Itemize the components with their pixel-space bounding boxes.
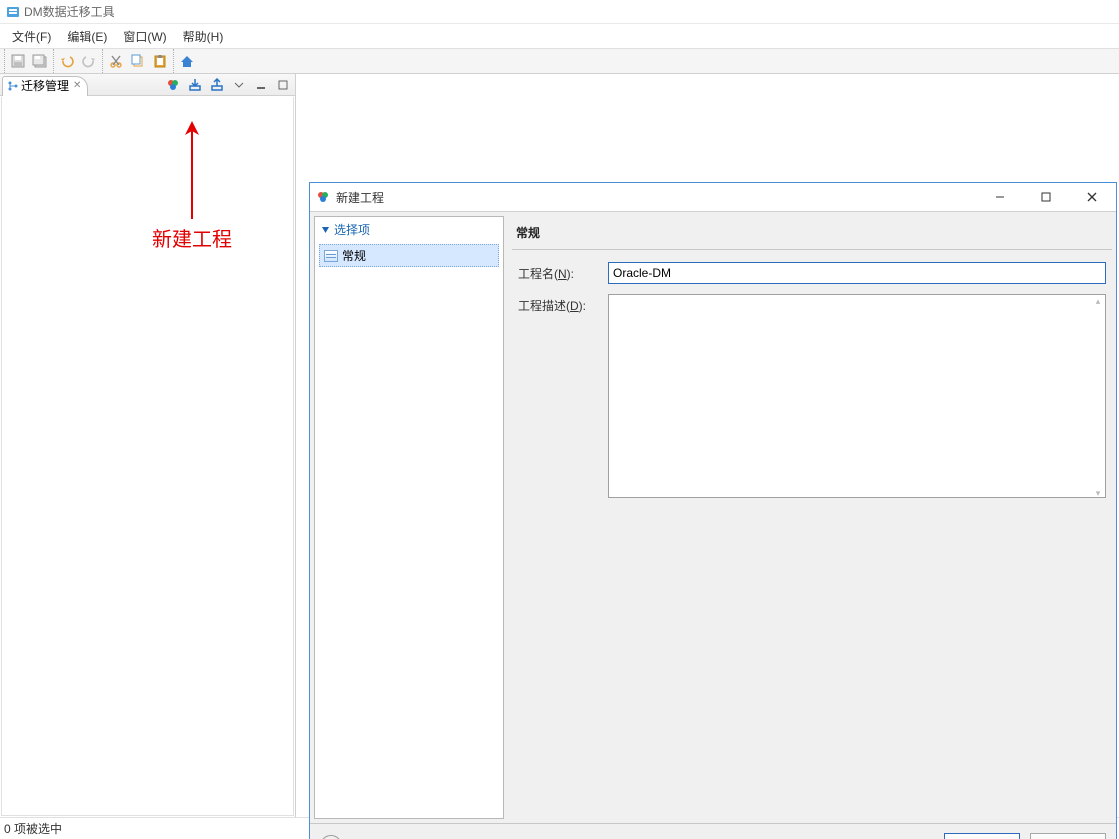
- project-desc-label: 工程描述(D):: [518, 294, 598, 501]
- dialog-minimize-button[interactable]: [986, 187, 1014, 207]
- copy-button[interactable]: [127, 50, 149, 72]
- menu-edit[interactable]: 编辑(E): [59, 26, 115, 47]
- dialog-body: 选择项 常规 常规 工程名(N): 工程描述(D): ▴▾: [310, 211, 1116, 823]
- maximize-panel-button[interactable]: [275, 77, 291, 93]
- project-name-input[interactable]: [608, 262, 1106, 284]
- new-project-button[interactable]: [165, 77, 181, 93]
- tree-icon: [7, 80, 19, 92]
- panel-tab-row: 迁移管理 ✕: [0, 74, 295, 96]
- import-button[interactable]: [187, 77, 203, 93]
- dialog-section-title: 常规: [512, 216, 1112, 249]
- save-all-button[interactable]: [29, 50, 51, 72]
- menu-file[interactable]: 文件(F): [4, 26, 59, 47]
- app-title: DM数据迁移工具: [24, 3, 115, 20]
- main-area: 迁移管理 ✕ 新建工程: [0, 74, 1119, 817]
- help-button[interactable]: ?: [320, 835, 342, 839]
- toolbar: [0, 48, 1119, 74]
- minimize-panel-button[interactable]: [253, 77, 269, 93]
- dialog-nav: 选择项 常规: [314, 216, 504, 819]
- save-button[interactable]: [7, 50, 29, 72]
- dialog-title-bar[interactable]: 新建工程: [310, 183, 1116, 211]
- form-icon: [324, 250, 338, 262]
- redo-button[interactable]: [78, 50, 100, 72]
- dialog-content: 常规 工程名(N): 工程描述(D): ▴▾: [504, 212, 1116, 823]
- view-menu-button[interactable]: [231, 77, 247, 93]
- menu-window[interactable]: 窗口(W): [115, 26, 174, 47]
- paste-button[interactable]: [149, 50, 171, 72]
- arrow-icon: [180, 121, 204, 221]
- new-project-dialog: 新建工程 选择项 常规 常规 工程名(N):: [309, 182, 1117, 839]
- panel-tab-label: 迁移管理: [21, 77, 69, 94]
- home-button[interactable]: [176, 50, 198, 72]
- status-text: 0 项被选中: [4, 820, 62, 837]
- annotation-text: 新建工程: [152, 223, 232, 252]
- title-bar: DM数据迁移工具: [0, 0, 1119, 24]
- export-button[interactable]: [209, 77, 225, 93]
- close-icon[interactable]: ✕: [73, 80, 81, 91]
- dialog-nav-item-general[interactable]: 常规: [319, 244, 499, 267]
- menu-bar: 文件(F) 编辑(E) 窗口(W) 帮助(H): [0, 24, 1119, 48]
- left-panel: 迁移管理 ✕ 新建工程: [0, 74, 296, 817]
- project-desc-input[interactable]: [608, 294, 1106, 498]
- dialog-footer: ? 确定 取消: [310, 823, 1116, 839]
- dialog-app-icon: [316, 190, 330, 204]
- panel-body: 新建工程: [1, 97, 294, 816]
- menu-help[interactable]: 帮助(H): [175, 26, 232, 47]
- dialog-close-button[interactable]: [1078, 187, 1106, 207]
- annotation: 新建工程: [152, 121, 232, 252]
- ok-button[interactable]: 确定: [944, 833, 1020, 839]
- dialog-nav-header[interactable]: 选择项: [315, 217, 503, 242]
- dialog-form: 工程名(N): 工程描述(D): ▴▾: [512, 249, 1112, 507]
- project-name-label: 工程名(N):: [518, 262, 598, 284]
- undo-button[interactable]: [56, 50, 78, 72]
- dialog-title: 新建工程: [336, 189, 986, 206]
- dialog-maximize-button[interactable]: [1032, 187, 1060, 207]
- cut-button[interactable]: [105, 50, 127, 72]
- cancel-button[interactable]: 取消: [1030, 833, 1106, 839]
- collapse-icon: [321, 225, 330, 234]
- app-icon: [6, 5, 20, 19]
- panel-tab-migration[interactable]: 迁移管理 ✕: [2, 76, 88, 96]
